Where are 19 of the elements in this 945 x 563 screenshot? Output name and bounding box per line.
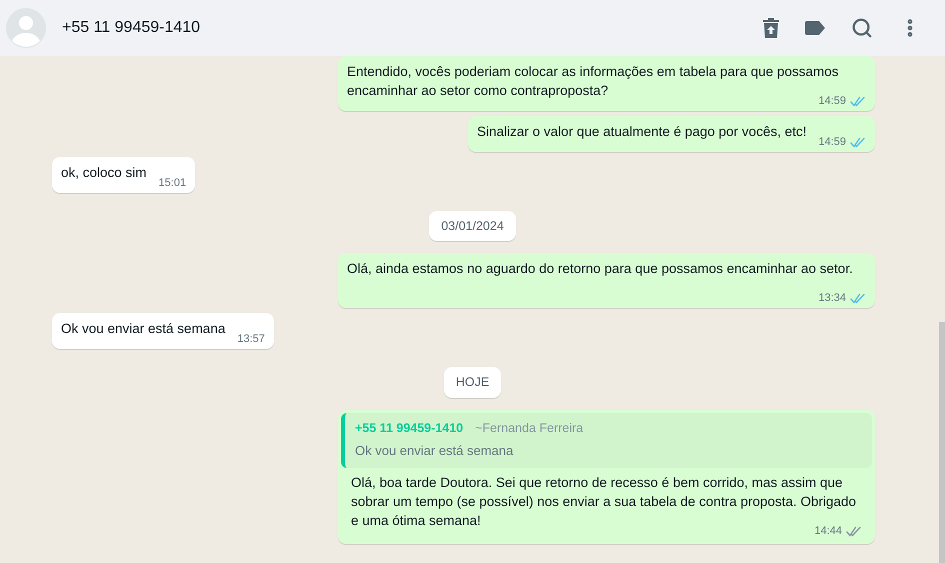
contact-name[interactable]: +55 11 99459-1410 (62, 16, 763, 40)
label-icon[interactable] (805, 21, 825, 35)
quote-text: Ok vou enviar está semana (355, 442, 514, 460)
search-icon[interactable] (851, 17, 873, 39)
date-label: HOJE (444, 367, 502, 398)
message-text: Olá, ainda estamos no aguardo do retorno para que possamos encaminhar ao setor. (347, 261, 853, 276)
message-time: 15:01 (158, 176, 186, 190)
trash-icon[interactable] (763, 18, 779, 38)
date-label: 03/01/2024 (429, 210, 516, 242)
message-text: Sinalizar o valor que atualmente é pago por vocês, etc! (477, 124, 806, 138)
quote-author: +55 11 99459-1410 (355, 420, 464, 437)
message-time: 14:59 (818, 134, 846, 150)
quote-name: ~Fernanda Ferreira (475, 420, 584, 437)
message-time: 13:34 (818, 291, 846, 306)
message-text: ok, coloco sim (61, 164, 147, 180)
quoted-message[interactable]: +55 11 99459-1410 ~Fernanda Ferreira Ok vou enviar está semana (341, 413, 872, 468)
scrollbar-thumb[interactable] (939, 322, 945, 563)
message-time: 13:57 (237, 332, 265, 348)
message-text: Ok vou enviar está semana (61, 321, 226, 336)
